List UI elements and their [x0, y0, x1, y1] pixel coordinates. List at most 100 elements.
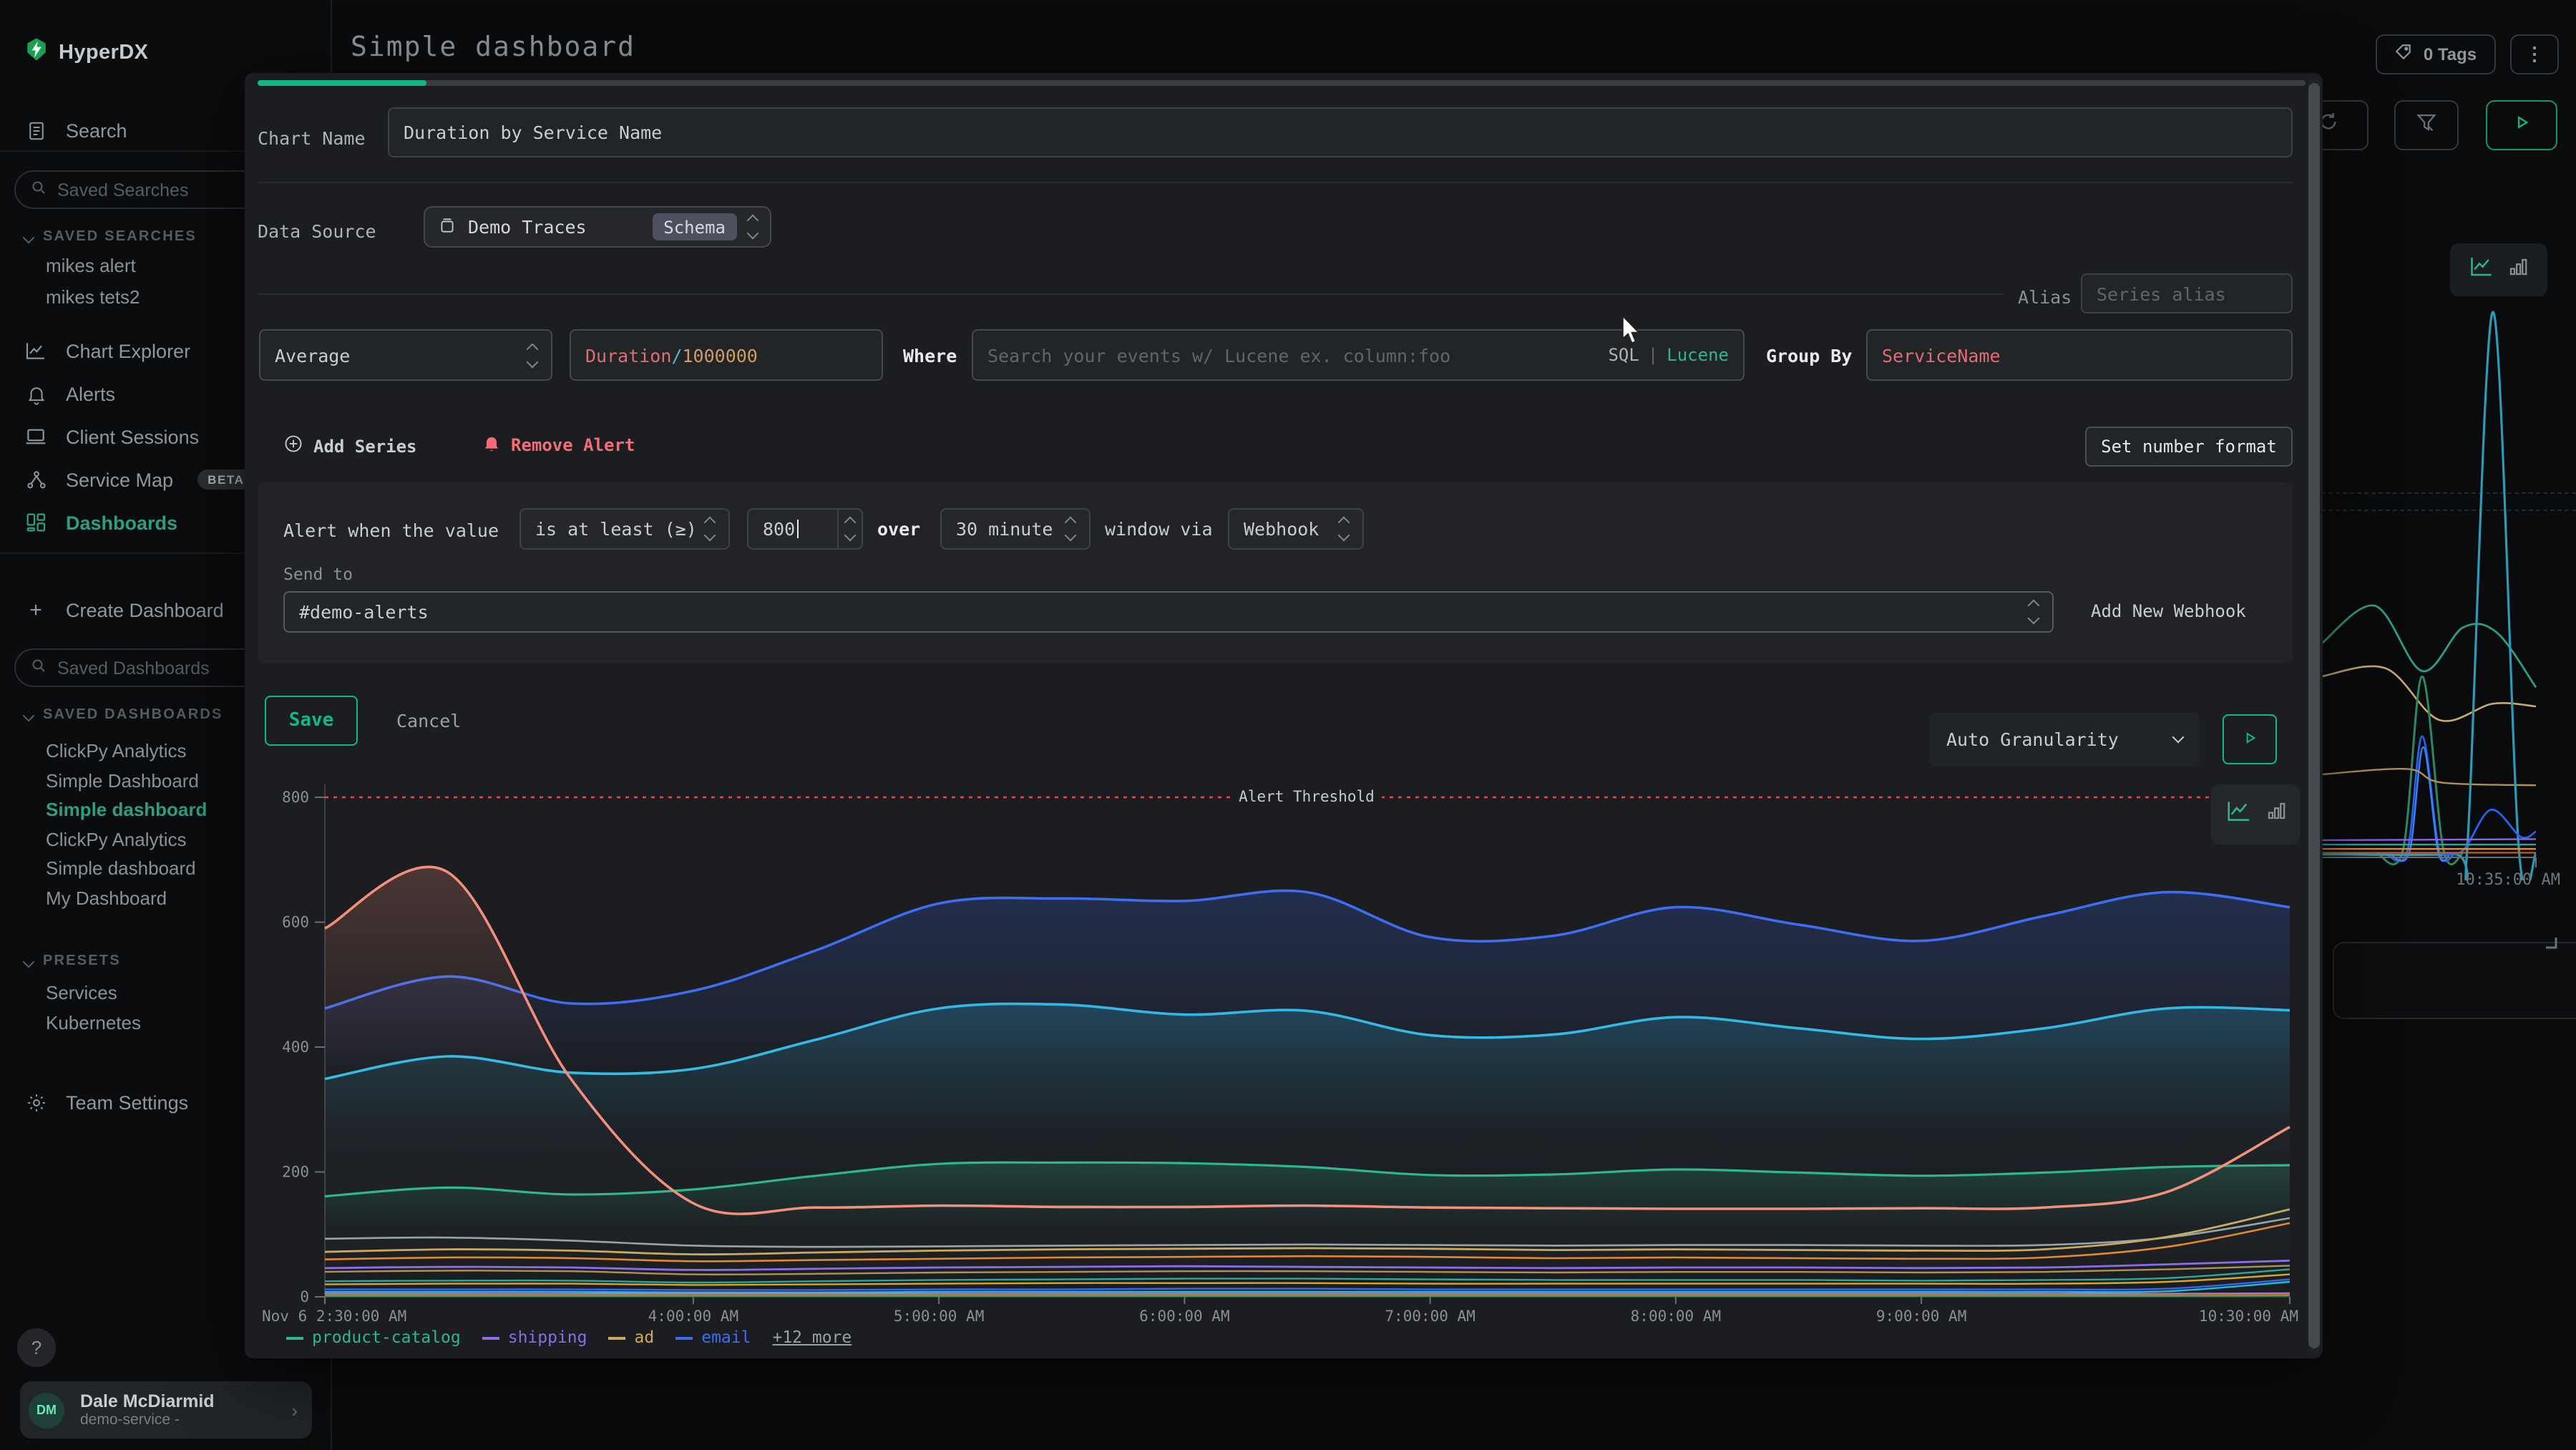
number-spinner[interactable] [837, 510, 862, 548]
add-series-button[interactable]: Add Series [283, 434, 417, 458]
add-new-webhook-button[interactable]: Add New Webhook [2091, 601, 2246, 621]
select-chevrons-icon [528, 344, 537, 366]
presets-header[interactable]: PRESETS [24, 953, 121, 969]
run-query-button[interactable] [2486, 100, 2557, 150]
bar-chart-icon [2265, 800, 2286, 829]
svg-text:4:00:00 AM: 4:00:00 AM [648, 1308, 738, 1324]
chart-explorer-icon [24, 339, 47, 362]
svg-text:9:00:00 AM: 9:00:00 AM [1876, 1308, 1966, 1324]
alias-input[interactable]: Series alias [2081, 273, 2293, 313]
help-button[interactable]: ? [17, 1328, 56, 1367]
brand[interactable]: HyperDX [24, 37, 148, 69]
saved-dashboard-item[interactable]: ClickPy Analytics [46, 828, 187, 850]
send-to-label: Send to [283, 564, 353, 584]
select-chevrons-icon [2029, 601, 2038, 623]
play-icon [2240, 728, 2259, 751]
saved-dashboard-item[interactable]: ClickPy Analytics [46, 740, 187, 762]
preset-item[interactable]: Services [46, 982, 117, 1003]
legend-item: ad [609, 1327, 655, 1347]
saved-searches-header[interactable]: SAVED SEARCHES [24, 229, 197, 245]
bell-icon [24, 382, 47, 405]
mouse-cursor [1621, 316, 1641, 352]
data-source-label: Data Source [258, 220, 376, 242]
saved-search-item[interactable]: mikes alert [46, 255, 136, 276]
background-panel-edge [2333, 942, 2576, 1019]
scrollbar-thumb[interactable] [2308, 83, 2320, 1348]
cancel-button[interactable]: Cancel [396, 710, 461, 731]
preset-item[interactable]: Kubernetes [46, 1012, 141, 1033]
user-org: demo-service - [80, 1411, 215, 1429]
svg-text:6:00:00 AM: 6:00:00 AM [1139, 1308, 1229, 1324]
app-root: Simple dashboard 0 Tags ⋮ 10:35:00 AM Hy… [0, 0, 2576, 1450]
tags-button[interactable]: 0 Tags [2376, 34, 2496, 74]
granularity-select[interactable]: Auto Granularity [1929, 713, 2200, 766]
svg-text:10:30:00 AM: 10:30:00 AM [2199, 1308, 2298, 1324]
service-map-icon [24, 468, 47, 491]
page-title: Simple dashboard [351, 31, 635, 63]
set-number-format-button[interactable]: Set number format [2085, 427, 2293, 467]
main-chart-canvas: 0200400600800Nov 6 2:30:00 AM4:00:00 AM5… [262, 780, 2308, 1324]
lucene-mode-button[interactable]: Lucene [1667, 345, 1729, 365]
help-label: ? [31, 1337, 42, 1358]
chart-name-input[interactable]: Duration by Service Name [388, 107, 2293, 157]
text-caret [796, 520, 799, 538]
svg-text:200: 200 [282, 1164, 309, 1181]
chevron-down-icon [2172, 731, 2185, 744]
edit-chart-modal: Chart Name Duration by Service Name Data… [245, 73, 2323, 1358]
saved-searches-placeholder: Saved Searches [57, 180, 188, 200]
saved-dashboard-item[interactable]: Simple Dashboard [46, 769, 199, 791]
gear-icon [24, 1091, 47, 1114]
webhook-select[interactable]: #demo-alerts [283, 591, 2054, 633]
remove-alert-button[interactable]: Remove Alert [482, 434, 635, 457]
group-by-input[interactable]: ServiceName [1866, 329, 2293, 381]
alert-threshold-label: Alert Threshold [1231, 789, 1382, 806]
background-time-label: 10:35:00 AM [2456, 870, 2560, 889]
modal-scrollbar[interactable] [2308, 79, 2320, 1353]
saved-dashboard-item[interactable]: My Dashboard [46, 887, 167, 908]
alert-threshold-input[interactable]: 800 [747, 508, 863, 550]
preview-run-button[interactable] [2223, 714, 2277, 764]
save-button[interactable]: Save [265, 696, 358, 746]
svg-text:8:00:00 AM: 8:00:00 AM [1631, 1308, 1721, 1324]
chevron-down-icon [23, 955, 35, 968]
search-list-icon [24, 119, 47, 142]
legend-item: email [675, 1327, 751, 1347]
aggregation-select[interactable]: Average [259, 329, 552, 381]
data-source-select[interactable]: Demo Traces Schema [424, 206, 771, 248]
filter-button[interactable] [2394, 100, 2459, 150]
saved-dashboard-item[interactable]: Simple dashboard [46, 799, 207, 820]
kebab-icon: ⋮ [2525, 43, 2544, 66]
alias-label: Alias [2018, 286, 2072, 308]
alert-channel-select[interactable]: Webhook [1228, 508, 1364, 550]
group-by-label: Group By [1766, 345, 1852, 366]
laptop-icon [24, 425, 47, 448]
alert-prefix: Alert when the value [283, 520, 499, 541]
user-name: Dale McDiarmid [80, 1391, 215, 1411]
search-icon [30, 179, 47, 200]
saved-search-item[interactable]: mikes tets2 [46, 286, 140, 308]
tile-resize-handle[interactable] [2545, 930, 2557, 956]
select-chevrons-icon [706, 518, 714, 540]
svg-text:7:00:00 AM: 7:00:00 AM [1385, 1308, 1475, 1324]
chart-type-toggle[interactable] [2211, 784, 2300, 845]
schema-badge: Schema [652, 213, 737, 240]
alert-bell-icon [482, 434, 501, 457]
svg-text:400: 400 [282, 1038, 309, 1056]
legend-item: shipping [482, 1327, 587, 1347]
sidebar-item-label: Search [66, 120, 127, 141]
user-card[interactable]: DM Dale McDiarmid demo-service - › [20, 1381, 312, 1439]
play-icon [2511, 111, 2532, 140]
expression-input[interactable]: Duration/1000000 [570, 329, 883, 381]
svg-text:600: 600 [282, 914, 309, 931]
brand-logo-icon [24, 37, 49, 69]
legend-more[interactable]: +12 more [772, 1327, 852, 1347]
kebab-menu-button[interactable]: ⋮ [2510, 34, 2559, 74]
svg-text:800: 800 [282, 789, 309, 806]
plus-icon: + [24, 598, 47, 621]
database-icon [438, 215, 457, 238]
alert-window-select[interactable]: 30 minute [940, 508, 1091, 550]
saved-dashboards-placeholder: Saved Dashboards [57, 658, 210, 678]
alert-condition-select[interactable]: is at least (≥) [519, 508, 730, 550]
saved-dashboards-header[interactable]: SAVED DASHBOARDS [24, 707, 223, 723]
saved-dashboard-item[interactable]: Simple dashboard [46, 857, 196, 879]
